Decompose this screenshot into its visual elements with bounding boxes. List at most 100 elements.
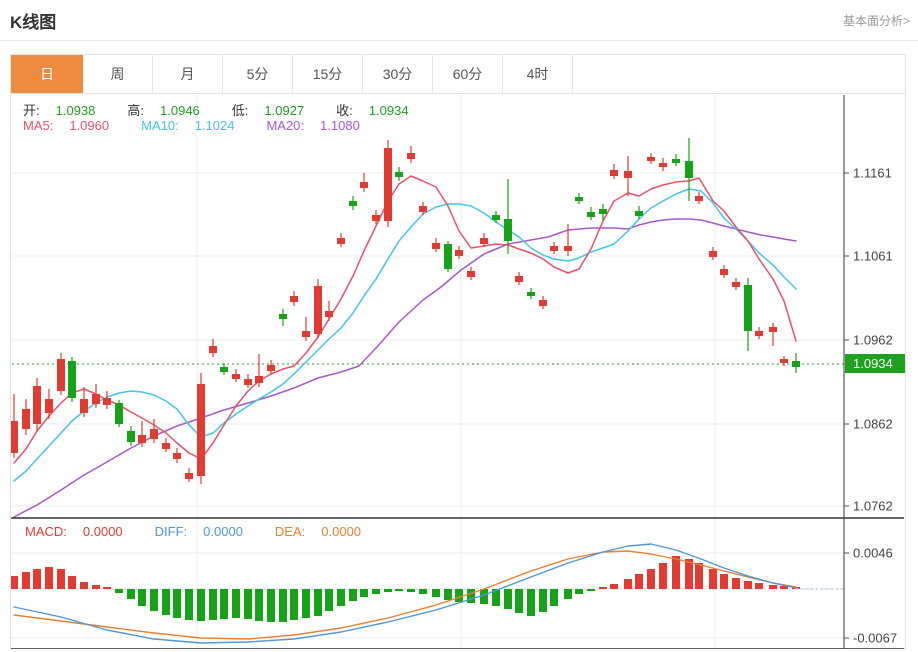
tab-week[interactable]: 周 [83, 55, 153, 93]
candle-body [709, 251, 717, 257]
fundamental-analysis-link[interactable]: 基本面分析> [843, 12, 910, 29]
candle-body [575, 197, 583, 201]
candle-body [11, 421, 18, 453]
macd-bar [244, 589, 252, 619]
candle-body [492, 215, 500, 220]
candle-body [372, 215, 380, 221]
macd-bar [80, 582, 88, 589]
macd-bar [744, 581, 752, 589]
macd-bar [209, 589, 217, 620]
macd-bar [360, 589, 368, 597]
candle-body [455, 250, 463, 256]
candle-body [337, 238, 345, 244]
candle-body [504, 219, 512, 241]
macd-bar [57, 569, 65, 589]
candle-body [599, 209, 607, 214]
macd-bar [372, 589, 380, 594]
candle-body [360, 182, 368, 188]
price-tick-label: 1.0762 [853, 499, 893, 514]
candle-body [444, 244, 452, 269]
tab-month[interactable]: 月 [153, 55, 223, 93]
candle-body [624, 171, 632, 178]
candle-body [302, 331, 310, 337]
candle-body [68, 361, 76, 398]
macd-bar [45, 567, 53, 589]
candle-body [314, 286, 322, 334]
kline-chart-canvas[interactable]: 1.11611.10611.09621.08621.07620.0046-0.0… [11, 94, 905, 649]
macd-bar [709, 569, 717, 589]
candle-body [22, 409, 30, 429]
current-price-label: 1.0934 [853, 356, 893, 371]
macd-bar [635, 574, 643, 589]
candle-body [515, 276, 523, 282]
macd-bar [695, 563, 703, 589]
tab-4hour[interactable]: 4时 [503, 55, 573, 93]
candle-body [780, 359, 788, 363]
macd-bar [290, 589, 298, 620]
macd-bar [197, 589, 205, 621]
price-tick-label: 1.0862 [853, 417, 893, 432]
tab-5min[interactable]: 5分 [223, 55, 293, 93]
macd-bar [732, 578, 740, 589]
candle-body [232, 374, 240, 379]
candle-body [744, 285, 752, 331]
candle-body [255, 376, 263, 383]
candle-body [325, 311, 333, 317]
macd-bar [337, 589, 345, 606]
candle-body [695, 196, 703, 201]
candle-body [647, 157, 655, 161]
candle-body [395, 172, 403, 177]
macd-bar [647, 569, 655, 589]
tab-30min[interactable]: 30分 [363, 55, 433, 93]
macd-bar [33, 569, 41, 589]
candle-body [539, 300, 547, 306]
macd-bar [720, 574, 728, 589]
tab-15min[interactable]: 15分 [293, 55, 363, 93]
tab-60min[interactable]: 60分 [433, 55, 503, 93]
macd-bar [539, 589, 547, 612]
candle-body [587, 212, 595, 217]
macd-bar [115, 589, 123, 593]
macd-bar [407, 589, 415, 592]
macd-bar [325, 589, 333, 611]
macd-bar [127, 589, 135, 599]
macd-bar [624, 579, 632, 589]
macd-bar [419, 589, 427, 594]
macd-bar [527, 589, 535, 616]
chart-area: 1.11611.10611.09621.08621.07620.0046-0.0… [11, 94, 905, 649]
candle-body [720, 269, 728, 275]
macd-bar [255, 589, 263, 621]
candle-body [279, 314, 287, 319]
macd-bar [444, 589, 452, 600]
macd-bar [599, 587, 607, 589]
macd-bar [769, 585, 777, 589]
macd-bar [314, 589, 322, 616]
candle-body [755, 331, 763, 336]
macd-bar [455, 589, 463, 602]
candle-body [527, 292, 535, 296]
candle-body [45, 399, 53, 413]
candle-body [57, 359, 65, 391]
macd-bar [384, 589, 392, 592]
candle-body [672, 159, 680, 163]
candle-body [550, 246, 558, 251]
macd-bar [432, 589, 440, 597]
macd-bar [68, 576, 76, 589]
candle-body [467, 271, 475, 277]
candle-body [80, 399, 88, 413]
candle-body [127, 431, 135, 442]
candle-body [92, 394, 100, 404]
candle-body [197, 384, 205, 476]
candle-body [659, 163, 667, 167]
macd-bar [515, 589, 523, 613]
macd-bar [92, 585, 100, 589]
macd-tick-label: -0.0067 [853, 631, 897, 646]
candle-body [244, 379, 252, 385]
candle-body [220, 367, 228, 372]
candle-body [290, 296, 298, 302]
candle-body [564, 246, 572, 251]
macd-bar [232, 589, 240, 618]
price-tick-label: 1.0962 [853, 333, 893, 348]
candle-body [635, 211, 643, 216]
tab-day[interactable]: 日 [11, 55, 83, 93]
